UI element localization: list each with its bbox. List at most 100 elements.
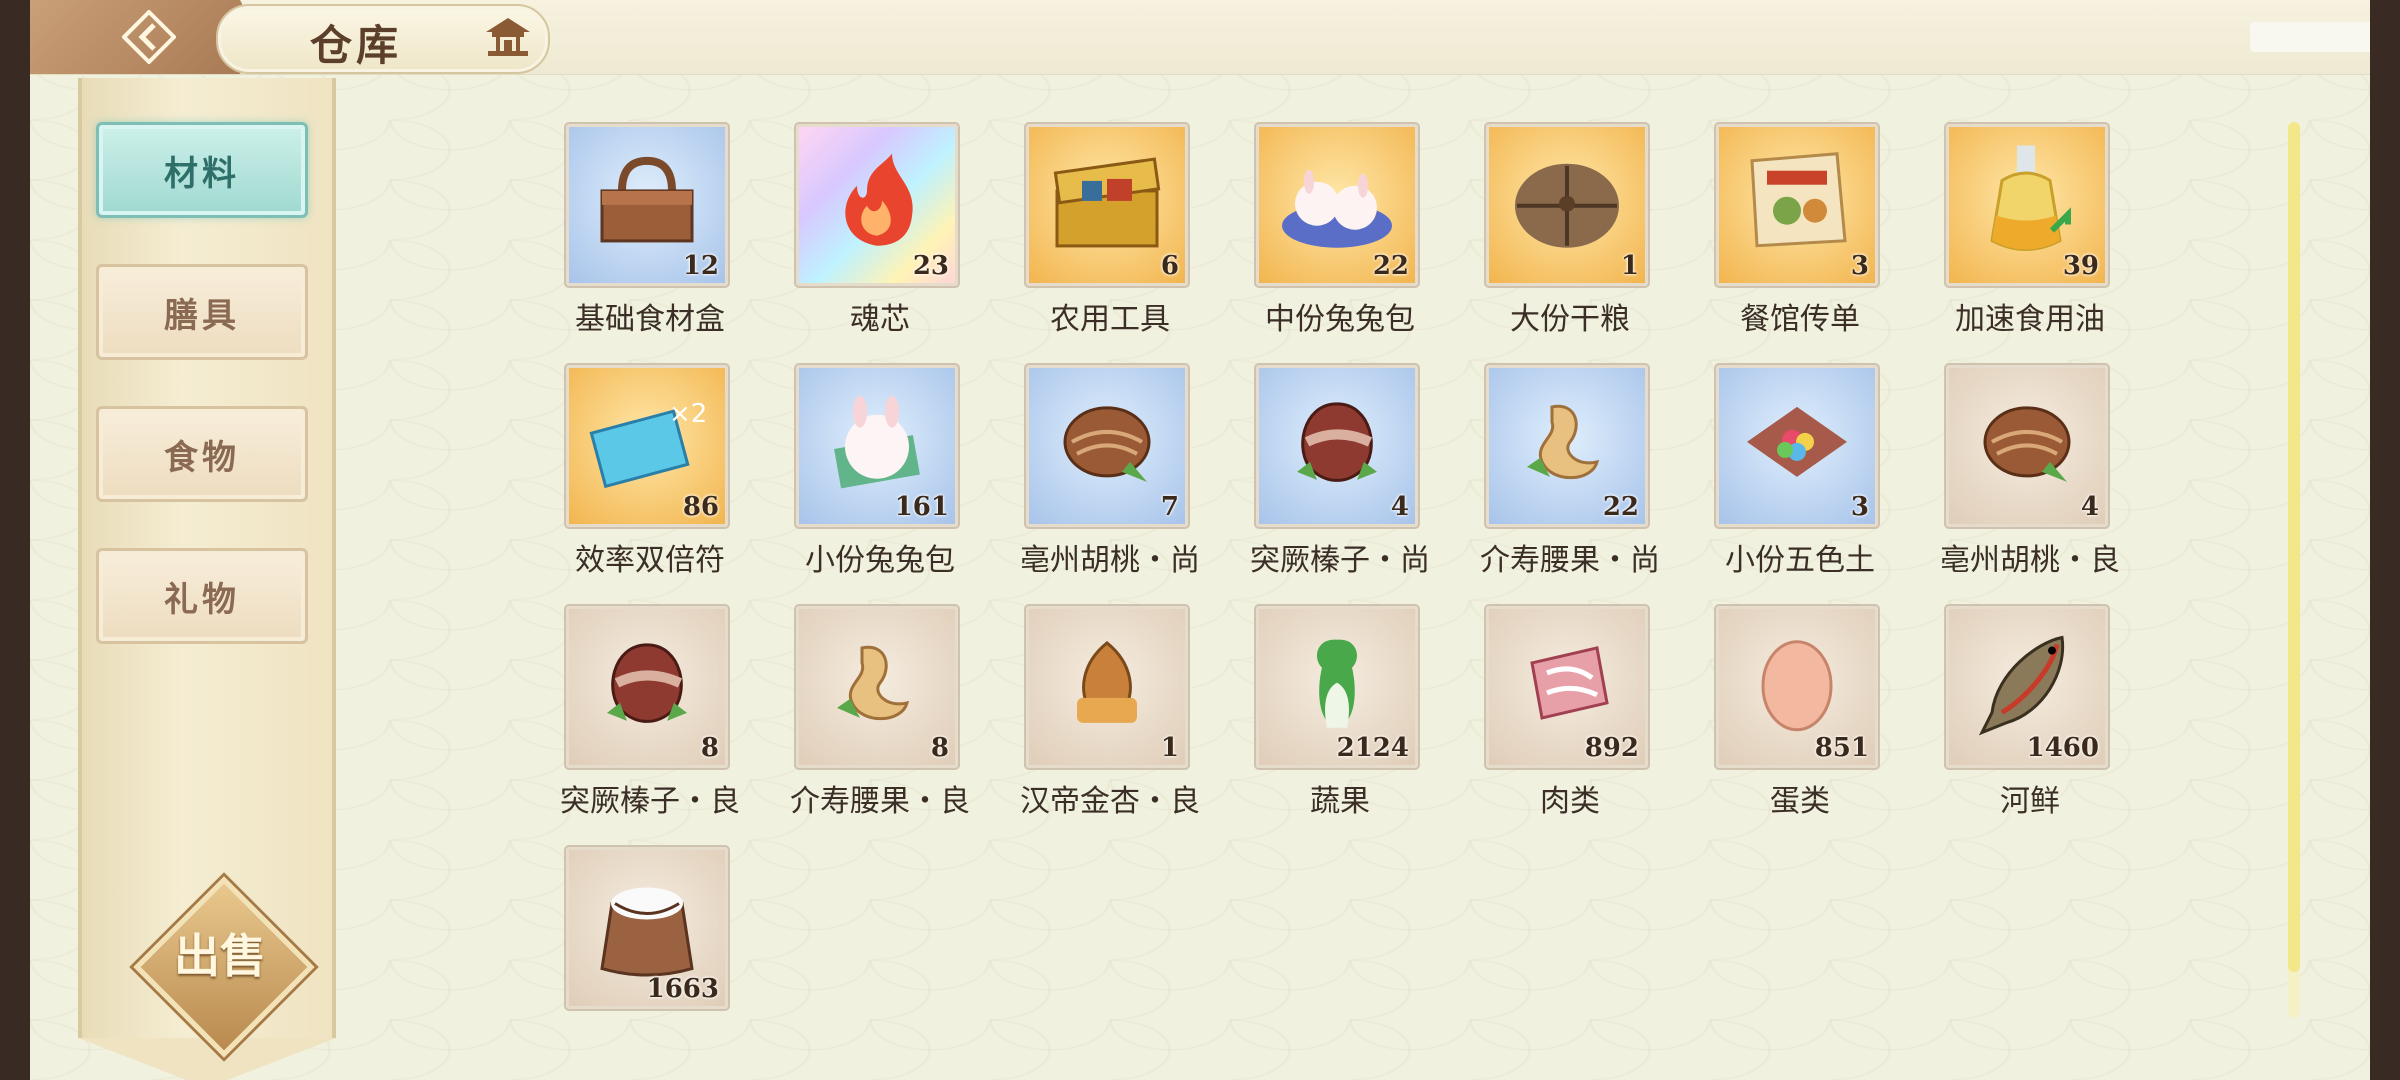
item-name: 介寿腰果・尚 [1480, 543, 1660, 578]
back-arrow-icon [121, 9, 177, 65]
inventory-item[interactable]: 1663 [535, 841, 765, 1041]
apricot-kernel-icon [1052, 633, 1162, 737]
item-name: 小份五色土 [1725, 543, 1875, 578]
inventory-item[interactable]: 8 突厥榛子・良 [535, 600, 765, 819]
flame-spirit-icon [822, 146, 932, 260]
item-name: 基础食材盒 [575, 302, 725, 337]
sell-button-label: 出售 [174, 929, 266, 983]
inventory-item[interactable]: 1 大份干粮 [1455, 118, 1685, 337]
item-name: 亳州胡桃・良 [1940, 543, 2120, 578]
item-count: 4 [2080, 492, 2099, 522]
item-name: 亳州胡桃・尚 [1020, 543, 1200, 578]
item-card: 892 [1484, 604, 1650, 770]
item-card: 1663 [564, 845, 730, 1011]
item-count: 86 [682, 492, 719, 522]
item-card: 1460 [1944, 604, 2110, 770]
item-count: 8 [930, 733, 949, 763]
inventory-item[interactable]: 12 基础食材盒 [535, 118, 765, 337]
double-ticket-icon: ×2 [587, 392, 707, 496]
toolbox-icon [1047, 151, 1167, 255]
item-name: 蛋类 [1770, 784, 1830, 819]
item-card: 8 [794, 604, 960, 770]
pavilion-icon [486, 18, 530, 56]
inventory-item[interactable]: 22 中份兔兔包 [1225, 118, 1455, 337]
item-count: 12 [682, 251, 719, 281]
inventory-item[interactable]: 1 汉帝金杏・良 [995, 600, 1225, 819]
inventory-item[interactable]: 8 介寿腰果・良 [765, 600, 995, 819]
page-title: 仓库 [310, 21, 403, 70]
home-icon[interactable] [478, 12, 538, 62]
item-name: 肉类 [1540, 784, 1600, 819]
top-bar: 仓库 [30, 0, 2370, 75]
tab-tableware[interactable]: 膳具 [96, 264, 308, 360]
meat-icon [1512, 633, 1622, 737]
item-name: 农用工具 [1050, 302, 1170, 337]
item-count: 1663 [646, 974, 719, 1004]
tab-materials[interactable]: 材料 [96, 122, 308, 218]
inventory-item[interactable]: 6 农用工具 [995, 118, 1225, 337]
basket-icon [592, 151, 702, 255]
inventory-item[interactable]: 1460 河鲜 [1915, 600, 2145, 819]
item-name: 魂芯 [850, 302, 910, 337]
inventory-item[interactable]: 161 小份兔兔包 [765, 359, 995, 578]
egg-icon [1747, 628, 1847, 742]
walnut-icon [1052, 392, 1162, 496]
item-name: 大份干粮 [1510, 302, 1630, 337]
item-name: 中份兔兔包 [1265, 302, 1415, 337]
inventory-item[interactable]: 4 突厥榛子・尚 [1225, 359, 1455, 578]
item-count: 892 [1584, 733, 1639, 763]
item-name: 餐馆传单 [1740, 302, 1860, 337]
inventory-item[interactable]: 7 亳州胡桃・尚 [995, 359, 1225, 578]
inventory-item[interactable]: 2124 蔬果 [1225, 600, 1455, 819]
item-card: 3 [1714, 122, 1880, 288]
fish-icon [1967, 623, 2087, 747]
item-name: 突厥榛子・尚 [1250, 543, 1430, 578]
inventory-item[interactable]: 4 亳州胡桃・良 [1915, 359, 2145, 578]
item-name: 加速食用油 [1955, 302, 2105, 337]
item-count: 22 [1602, 492, 1639, 522]
inventory-item[interactable]: 23 魂芯 [765, 118, 995, 337]
item-name: 河鲜 [2000, 784, 2060, 819]
hazelnut-icon [592, 633, 702, 737]
item-card: 1 [1484, 122, 1650, 288]
inventory-item[interactable]: 851 蛋类 [1685, 600, 1915, 819]
item-card: 2124 [1254, 604, 1420, 770]
item-count: 39 [2062, 251, 2099, 281]
inventory-item[interactable]: 892 肉类 [1455, 600, 1685, 819]
cashew-icon [1512, 392, 1622, 496]
item-name: 介寿腰果・良 [790, 784, 970, 819]
item-card: 1 [1024, 604, 1190, 770]
inventory-item[interactable]: 39 加速食用油 [1915, 118, 2145, 337]
tab-gifts[interactable]: 礼物 [96, 548, 308, 644]
svg-text:×2: ×2 [669, 399, 707, 429]
item-card: 12 [564, 122, 730, 288]
category-sidebar: 材料 膳具 食物 礼物 出售 [78, 78, 336, 1080]
item-name: 小份兔兔包 [805, 543, 955, 578]
sack-bundle-icon [1507, 146, 1627, 260]
item-card: 4 [1254, 363, 1420, 529]
bunny-bun-icon [822, 387, 932, 501]
item-count: 7 [1160, 492, 1179, 522]
top-right-panel [2250, 22, 2370, 52]
inventory-item[interactable]: ×2 86 效率双倍符 [535, 359, 765, 578]
item-count: 23 [912, 251, 949, 281]
flyer-icon [1737, 146, 1857, 260]
item-count: 1 [1620, 251, 1639, 281]
inventory-item[interactable]: 3 餐馆传单 [1685, 118, 1915, 337]
item-count: 22 [1372, 251, 1409, 281]
item-name: 效率双倍符 [575, 543, 725, 578]
item-count: 1 [1160, 733, 1179, 763]
hazelnut-icon [1282, 392, 1392, 496]
item-card: 23 [794, 122, 960, 288]
tab-food[interactable]: 食物 [96, 406, 308, 502]
inventory-item[interactable]: 3 小份五色土 [1685, 359, 1915, 578]
bunny-buns-icon [1277, 146, 1397, 260]
item-card: 851 [1714, 604, 1880, 770]
item-card: 6 [1024, 122, 1190, 288]
inventory-item[interactable]: 22 介寿腰果・尚 [1455, 359, 1685, 578]
item-card: 4 [1944, 363, 2110, 529]
walnut-icon [1972, 392, 2082, 496]
back-button[interactable] [121, 9, 177, 65]
item-count: 3 [1850, 251, 1869, 281]
scrollbar-thumb[interactable] [2288, 122, 2300, 972]
